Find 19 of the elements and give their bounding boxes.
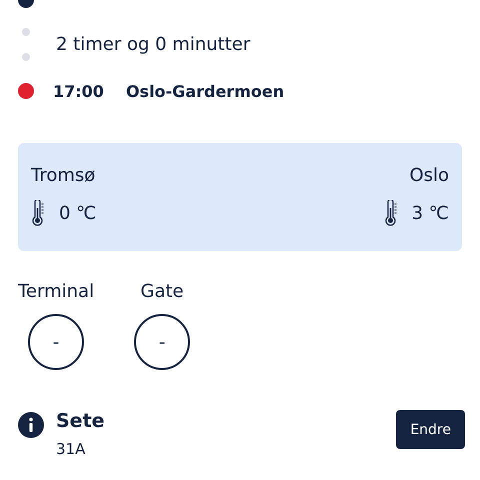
city-name: Tromsø — [31, 165, 96, 186]
city-name: Oslo — [409, 165, 449, 186]
temperature: 0 ℃ — [59, 202, 96, 224]
info-icon — [18, 412, 44, 438]
stop-time: 17:00 — [53, 82, 104, 100]
info-value: - — [134, 314, 190, 370]
timeline-dot — [22, 52, 30, 60]
stop-place: Oslo-Gardermoen — [126, 82, 284, 100]
info-label: Terminal — [18, 281, 94, 302]
timeline-dot — [22, 28, 30, 36]
thermometer-icon — [384, 200, 398, 226]
change-button[interactable]: Endre — [396, 410, 465, 449]
seat-number: 31A — [56, 440, 86, 458]
info-label: Gate — [140, 281, 184, 302]
flight-duration: 2 timer og 0 minutter — [56, 34, 250, 54]
seat-label: Sete — [56, 410, 106, 432]
temperature: 3 ℃ — [412, 202, 449, 224]
thermometer-icon — [31, 200, 45, 226]
info-value: - — [28, 314, 84, 370]
